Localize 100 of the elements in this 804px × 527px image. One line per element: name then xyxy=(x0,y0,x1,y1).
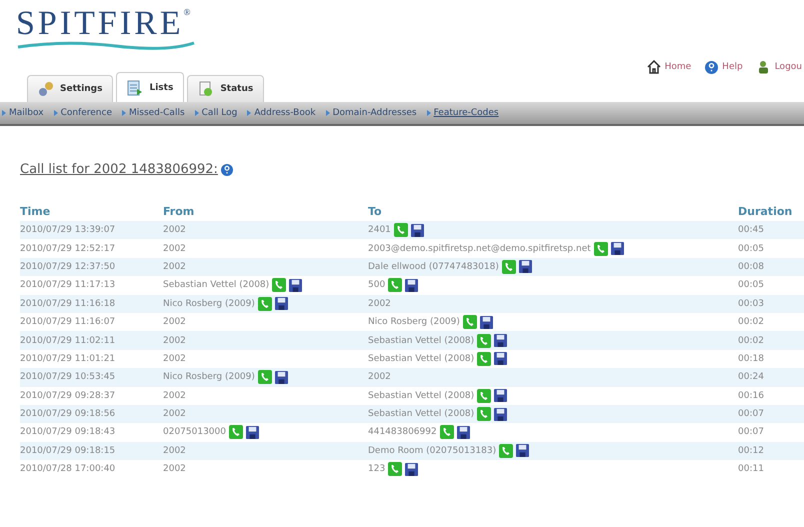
save-icon[interactable] xyxy=(405,462,418,476)
table-cell: 2002 xyxy=(163,336,186,346)
table-cell: 00:11 xyxy=(738,464,764,474)
table-cell: 00:16 xyxy=(738,390,764,401)
nav-link[interactable]: Mailbox xyxy=(2,108,44,118)
column-header: Time xyxy=(20,205,52,220)
bullet-icon xyxy=(122,110,126,116)
table-cell: 2401 xyxy=(368,225,391,236)
table-cell: Sebastian Vettel (2008) xyxy=(163,280,270,290)
table-cell: 00:24 xyxy=(738,372,764,382)
logout-link[interactable]: Logou xyxy=(756,60,802,74)
table-cell: 2002 xyxy=(163,390,186,401)
save-icon[interactable] xyxy=(494,389,508,402)
save-icon[interactable] xyxy=(480,316,493,329)
table-cell: 2002 xyxy=(163,354,186,364)
table-cell: 2010/07/29 09:18:15 xyxy=(20,446,116,456)
tab[interactable]: Settings xyxy=(27,75,114,102)
table-cell: 2010/07/29 12:37:50 xyxy=(20,262,116,272)
wave-icon xyxy=(16,40,196,50)
table-cell: 00:02 xyxy=(738,336,764,346)
nav-link[interactable]: Call Log xyxy=(194,108,238,118)
table-cell: 00:08 xyxy=(738,262,764,272)
registered-mark: ® xyxy=(184,6,190,18)
table-cell: 2010/07/29 09:18:43 xyxy=(20,427,116,438)
table-cell: Nico Rosberg (2009) xyxy=(163,372,255,382)
help-icon xyxy=(705,60,718,74)
bullet-icon xyxy=(194,110,199,116)
table-cell: Nico Rosberg (2009) xyxy=(368,317,460,328)
save-icon[interactable] xyxy=(410,224,424,237)
nav-link[interactable]: Conference xyxy=(54,108,112,118)
table-cell: 2002 xyxy=(163,244,186,254)
gears-icon xyxy=(38,81,54,97)
table-cell: 2010/07/29 13:39:07 xyxy=(20,225,116,236)
table-cell: Sebastian Vettel (2008) xyxy=(368,354,474,364)
table-cell: 2002 xyxy=(163,317,186,328)
column-header: To xyxy=(368,205,383,220)
tab[interactable]: Lists xyxy=(116,72,184,102)
table-cell: 00:07 xyxy=(738,427,764,438)
table-cell: 00:18 xyxy=(738,354,764,364)
table-cell: 2002 xyxy=(368,298,391,309)
home-link[interactable]: Home xyxy=(646,60,692,74)
save-icon[interactable] xyxy=(494,408,508,421)
column-header: Duration xyxy=(738,205,794,220)
document-icon xyxy=(198,81,214,97)
table-cell: 2002 xyxy=(163,262,186,272)
nav-link[interactable]: Missed-Calls xyxy=(122,108,185,118)
table-cell: 2010/07/29 09:28:37 xyxy=(20,390,116,401)
table-cell: 02075013000 xyxy=(163,427,226,438)
table-cell: 00:05 xyxy=(738,244,764,254)
save-icon[interactable] xyxy=(494,334,508,348)
table-cell: 2002 xyxy=(163,225,186,236)
table-cell: 441483806992 xyxy=(368,427,437,438)
table-cell: 2010/07/29 11:16:18 xyxy=(20,298,116,309)
bullet-icon xyxy=(426,110,431,116)
person-icon xyxy=(756,60,771,74)
nav-link[interactable]: Feature-Codes xyxy=(426,108,499,118)
table-cell: Sebastian Vettel (2008) xyxy=(368,409,474,420)
table-cell: Dale ellwood (07747483018) xyxy=(368,262,499,272)
table-cell: 00:02 xyxy=(738,317,764,328)
table-cell: 123 xyxy=(368,464,386,474)
page-title: Call list for 2002 1483806992: xyxy=(20,162,218,177)
table-cell: 2010/07/29 11:02:11 xyxy=(20,336,116,346)
bullet-icon xyxy=(2,110,6,116)
table-cell: 2002 xyxy=(163,446,186,456)
save-icon[interactable] xyxy=(405,278,418,292)
table-cell: 2003@demo.spitfiretsp.net@demo.spitfiretsp.net xyxy=(368,244,591,254)
save-icon[interactable] xyxy=(456,426,470,439)
table-cell: 500 xyxy=(368,280,386,290)
help-icon[interactable] xyxy=(220,164,233,176)
table-cell: 2010/07/29 10:53:45 xyxy=(20,372,116,382)
save-icon[interactable] xyxy=(289,278,302,292)
save-icon[interactable] xyxy=(274,370,288,384)
logo-text: SPITFIRE xyxy=(16,6,184,42)
nav-link[interactable]: Domain-Addresses xyxy=(326,108,417,118)
table-cell: 2010/07/29 11:01:21 xyxy=(20,354,116,364)
house-icon xyxy=(646,60,661,74)
table-cell: Sebastian Vettel (2008) xyxy=(368,390,474,401)
save-icon[interactable] xyxy=(516,444,530,458)
table-cell: 2002 xyxy=(163,409,186,420)
list-icon xyxy=(127,80,144,96)
save-icon[interactable] xyxy=(494,352,508,366)
help-link[interactable]: Help xyxy=(705,60,743,74)
table-cell: 2002 xyxy=(163,464,186,474)
bullet-icon xyxy=(326,110,330,116)
bullet-icon xyxy=(54,110,58,116)
table-cell: 00:03 xyxy=(738,298,764,309)
save-icon[interactable] xyxy=(610,242,624,256)
table-cell: 00:12 xyxy=(738,446,764,456)
nav-link[interactable]: Address-Book xyxy=(247,108,316,118)
tab[interactable]: Status xyxy=(187,75,264,102)
table-cell: 2010/07/29 09:18:56 xyxy=(20,409,116,420)
table-cell: 2010/07/29 11:16:07 xyxy=(20,317,116,328)
table-cell: 00:05 xyxy=(738,280,764,290)
save-icon[interactable] xyxy=(274,297,288,310)
table-cell: 2010/07/29 11:17:13 xyxy=(20,280,116,290)
save-icon[interactable] xyxy=(246,426,259,439)
bullet-icon xyxy=(247,110,252,116)
table-cell: Sebastian Vettel (2008) xyxy=(368,336,474,346)
save-icon[interactable] xyxy=(518,260,532,274)
table-cell: 00:07 xyxy=(738,409,764,420)
